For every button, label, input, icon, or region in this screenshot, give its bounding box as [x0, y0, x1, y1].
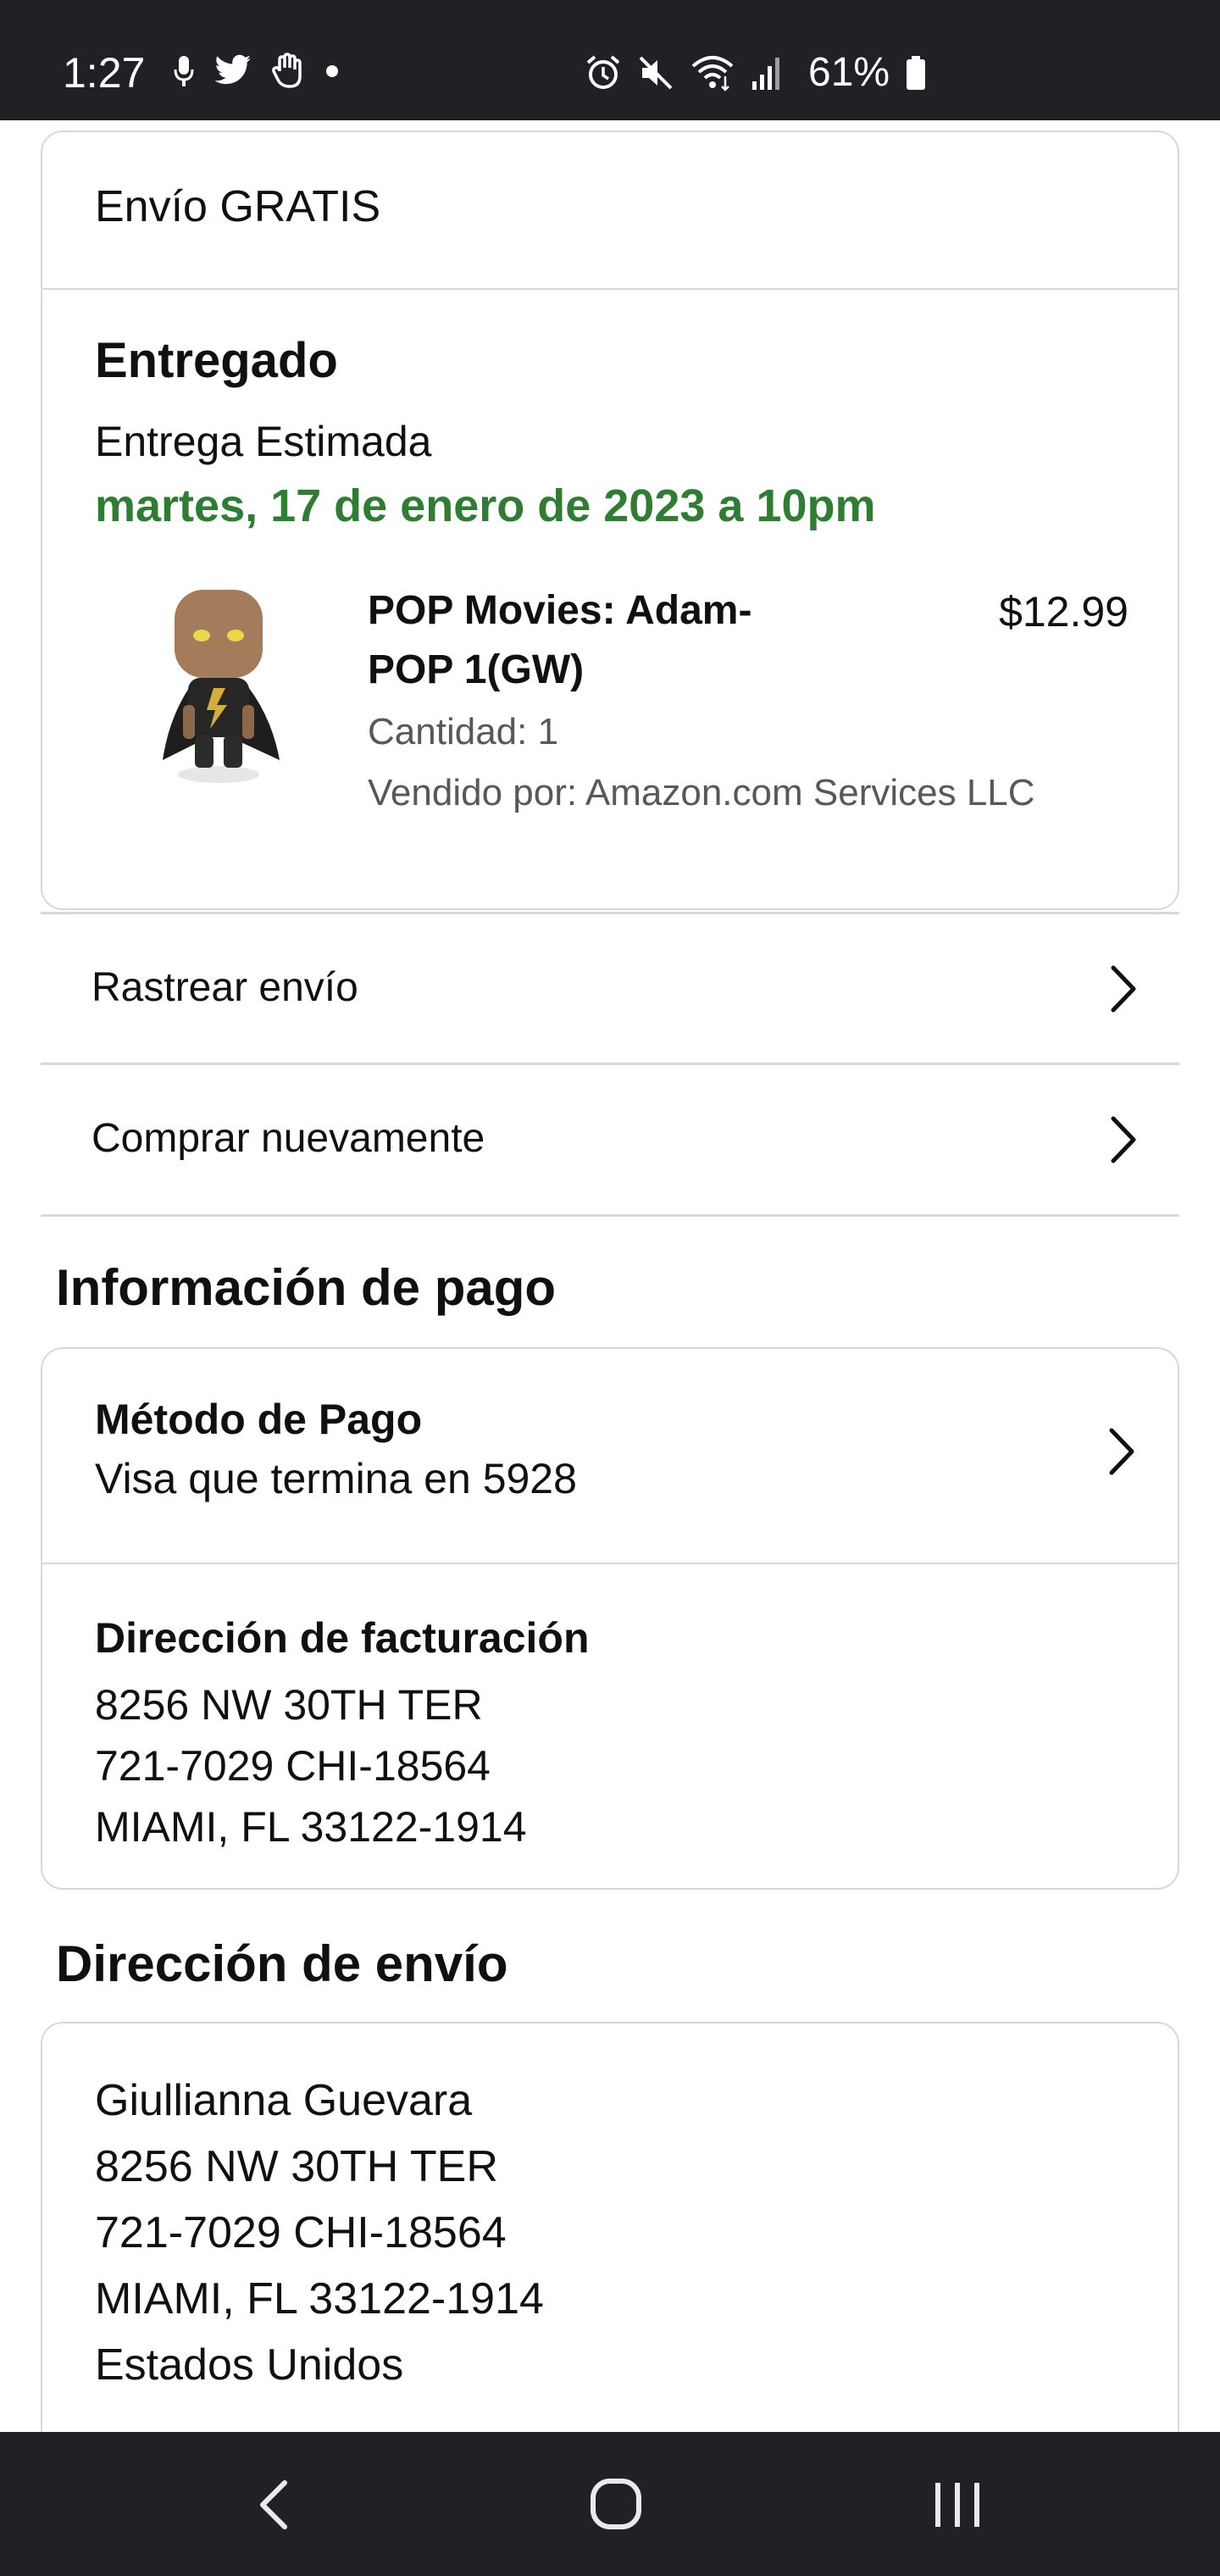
payment-card: Método de Pago Visa que termina en 5928 … — [41, 1347, 1179, 1890]
chevron-right-icon — [1109, 1428, 1134, 1475]
billing-address: 8256 NW 30TH TER 721-7029 CHI-18564 MIAM… — [95, 1674, 527, 1857]
payment-method-value: Visa que termina en 5928 — [95, 1455, 577, 1502]
delivery-date: martes, 17 de enero de 2023 a 10pm — [95, 480, 876, 531]
track-shipment-label: Rastrear envío — [92, 965, 358, 1010]
battery-percentage: 61% — [808, 50, 890, 95]
payment-card-divider — [42, 1563, 1178, 1564]
shipping-address-country: Estados Unidos — [95, 2340, 404, 2390]
divider — [41, 1214, 1179, 1217]
shipping-address-section-title: Dirección de envío — [56, 1935, 508, 1992]
mic-icon — [174, 56, 194, 86]
hand-icon — [272, 53, 302, 88]
billing-address-line: MIAMI, FL 33122-1914 — [95, 1803, 527, 1851]
free-shipping-label: Envío GRATIS — [95, 182, 381, 231]
delivery-status: Entregado — [95, 333, 338, 388]
dot-icon — [326, 65, 338, 77]
track-shipment-row[interactable]: Rastrear envío — [41, 914, 1179, 1063]
shipping-address-line: 8256 NW 30TH TER — [95, 2142, 498, 2191]
product-image[interactable] — [136, 578, 302, 798]
shipment-card-divider — [42, 288, 1178, 290]
recents-icon[interactable] — [930, 2479, 984, 2530]
recipient-name: Giullianna Guevara — [95, 2076, 473, 2125]
billing-address-line: 721-7029 CHI-18564 — [95, 1742, 491, 1790]
billing-address-line: 8256 NW 30TH TER — [95, 1681, 483, 1729]
shipping-address-line: 721-7029 CHI-18564 — [95, 2208, 507, 2257]
product-title-line1: POP Movies: Adam- — [368, 588, 752, 633]
shipping-address-line: MIAMI, FL 33122-1914 — [95, 2274, 544, 2323]
mute-icon — [639, 56, 673, 90]
product-quantity: Cantidad: 1 — [368, 711, 559, 752]
shipment-card: Envío GRATIS Entregado Entrega Estimada … — [41, 130, 1179, 910]
estimated-delivery-label: Entrega Estimada — [95, 418, 432, 465]
product-seller: Vendido por: Amazon.com Services LLC — [368, 772, 1035, 813]
buy-again-label: Comprar nuevamente — [92, 1116, 485, 1161]
twitter-icon — [214, 54, 251, 85]
chevron-right-icon — [1111, 1116, 1136, 1163]
back-icon[interactable] — [251, 2478, 298, 2532]
navigation-bar — [0, 2432, 1220, 2576]
home-icon[interactable] — [588, 2476, 644, 2532]
payment-section-title: Información de pago — [56, 1259, 557, 1316]
product-title[interactable]: POP Movies: Adam- POP 1(GW) — [368, 581, 893, 700]
alarm-icon — [586, 55, 620, 89]
product-price: $12.99 — [999, 588, 1128, 636]
product-title-line2: POP 1(GW) — [368, 647, 585, 692]
wifi-icon — [691, 56, 734, 92]
battery-icon — [907, 56, 926, 90]
chevron-right-icon — [1111, 965, 1136, 1013]
status-time: 1:27 — [63, 49, 146, 97]
signal-icon — [752, 58, 779, 90]
shipping-address: Giullianna Guevara 8256 NW 30TH TER 721-… — [95, 2068, 544, 2398]
payment-method-row[interactable]: Método de Pago Visa que termina en 5928 — [42, 1349, 1178, 1561]
status-left-icons — [173, 53, 341, 90]
status-right-icons: 61% — [585, 51, 927, 95]
payment-method-label: Método de Pago — [95, 1396, 423, 1443]
buy-again-row[interactable]: Comprar nuevamente — [41, 1065, 1179, 1214]
status-bar: 1:27 61% — [0, 0, 1220, 120]
billing-address-label: Dirección de facturación — [95, 1614, 590, 1662]
